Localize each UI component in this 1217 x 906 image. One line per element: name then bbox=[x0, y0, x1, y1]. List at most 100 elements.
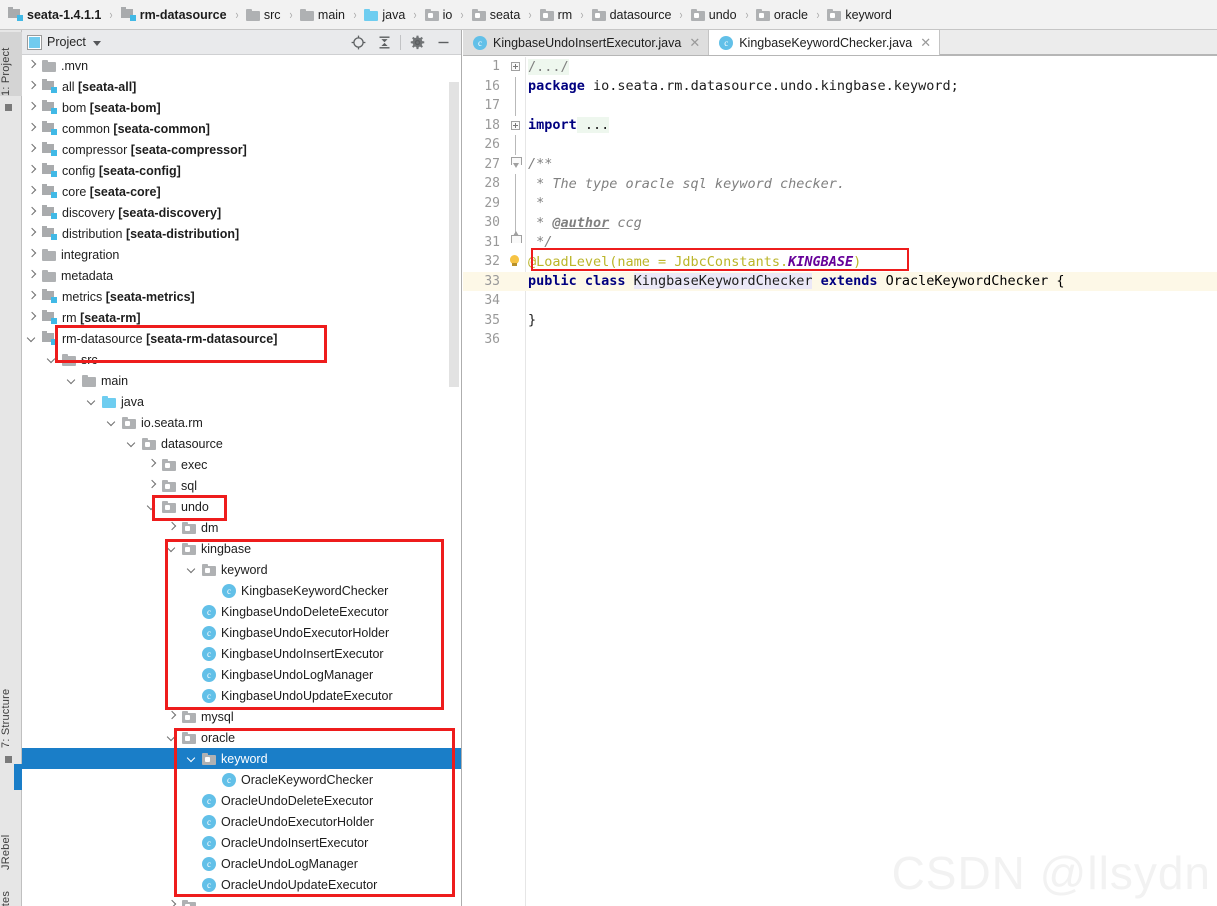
tree-row[interactable]: main bbox=[22, 370, 461, 391]
tree-row[interactable]: metadata bbox=[22, 265, 461, 286]
chevron-right-icon[interactable] bbox=[28, 292, 37, 301]
chevron-down-icon[interactable] bbox=[128, 439, 137, 448]
tool-tab-project[interactable]: 1: Project bbox=[0, 32, 22, 96]
chevron-down-icon[interactable] bbox=[88, 397, 97, 406]
breadcrumb-item-src[interactable]: src bbox=[244, 0, 283, 29]
tree-row[interactable]: c OracleUndoUpdateExecutor bbox=[22, 874, 461, 895]
chevron-right-icon[interactable] bbox=[148, 481, 157, 490]
tree-row[interactable]: bom [seata-bom] bbox=[22, 97, 461, 118]
gutter-cell[interactable] bbox=[509, 174, 525, 194]
breadcrumb-item-undo[interactable]: undo bbox=[689, 0, 739, 29]
chevron-right-icon[interactable] bbox=[28, 145, 37, 154]
editor-tab[interactable]: c KingbaseUndoInsertExecutor.java ✕ bbox=[463, 30, 710, 55]
gutter-cell[interactable] bbox=[509, 116, 525, 136]
chevron-right-icon[interactable] bbox=[168, 712, 177, 721]
tree-row[interactable]: sql bbox=[22, 475, 461, 496]
tree-row[interactable]: distribution [seata-distribution] bbox=[22, 223, 461, 244]
tree-row[interactable]: c OracleUndoInsertExecutor bbox=[22, 832, 461, 853]
tree-row[interactable]: .mvn bbox=[22, 55, 461, 76]
chevron-right-icon[interactable] bbox=[28, 103, 37, 112]
breadcrumb-item-keyword[interactable]: keyword bbox=[825, 0, 894, 29]
tree-row[interactable]: oracle bbox=[22, 727, 461, 748]
chevron-right-icon[interactable] bbox=[28, 187, 37, 196]
gutter-cell[interactable] bbox=[509, 230, 525, 253]
tree-row[interactable]: c KingbaseKeywordChecker bbox=[22, 580, 461, 601]
fold-expand-icon[interactable] bbox=[511, 120, 520, 130]
tree-row[interactable]: keyword bbox=[22, 559, 461, 580]
tree-row[interactable]: config [seata-config] bbox=[22, 160, 461, 181]
tree-row[interactable]: mysql bbox=[22, 706, 461, 727]
gutter-cell[interactable] bbox=[509, 155, 525, 175]
tree-row[interactable]: c OracleUndoExecutorHolder bbox=[22, 811, 461, 832]
tree-row[interactable] bbox=[22, 895, 461, 906]
breadcrumb-item-seata[interactable]: seata bbox=[470, 0, 523, 29]
tree-row[interactable]: c OracleUndoDeleteExecutor bbox=[22, 790, 461, 811]
gutter-cell[interactable] bbox=[509, 76, 525, 96]
chevron-down-icon[interactable] bbox=[48, 355, 57, 364]
tree-row[interactable]: metrics [seata-metrics] bbox=[22, 286, 461, 307]
fold-region-end-icon[interactable] bbox=[511, 230, 522, 245]
tree-row[interactable]: rm [seata-rm] bbox=[22, 307, 461, 328]
gutter-cell[interactable] bbox=[509, 330, 525, 350]
fold-expand-icon[interactable] bbox=[511, 62, 520, 71]
close-icon[interactable]: ✕ bbox=[920, 36, 931, 49]
chevron-down-icon[interactable] bbox=[148, 502, 157, 511]
project-tree-scrollbar[interactable] bbox=[449, 82, 459, 387]
tree-row-selected[interactable]: keyword bbox=[22, 748, 461, 769]
breadcrumb-item-seata-1-4-1-1[interactable]: seata-1.4.1.1 bbox=[6, 0, 103, 29]
code-editor[interactable]: 1 /.../ 16 package io.seata.rm.datasource.u… bbox=[463, 57, 1217, 906]
fold-collapse-icon[interactable] bbox=[511, 156, 522, 168]
breadcrumb-item-io[interactable]: io bbox=[423, 0, 455, 29]
tree-row[interactable]: java bbox=[22, 391, 461, 412]
chevron-down-icon[interactable] bbox=[28, 334, 37, 343]
tree-row[interactable]: core [seata-core] bbox=[22, 181, 461, 202]
project-title-group[interactable]: Project bbox=[22, 34, 101, 50]
tool-tab-structure[interactable]: 7: Structure bbox=[0, 668, 22, 748]
gutter-cell[interactable] bbox=[509, 135, 525, 155]
gutter-cell[interactable] bbox=[509, 57, 525, 77]
tool-tab-favorites[interactable]: Favorites bbox=[0, 882, 22, 906]
chevron-right-icon[interactable] bbox=[28, 166, 37, 175]
tree-row[interactable]: c OracleUndoLogManager bbox=[22, 853, 461, 874]
chevron-right-icon[interactable] bbox=[168, 901, 177, 906]
gutter-cell[interactable] bbox=[509, 96, 525, 116]
tree-row[interactable]: integration bbox=[22, 244, 461, 265]
tree-row[interactable]: c KingbaseUndoDeleteExecutor bbox=[22, 601, 461, 622]
collapse-all-icon[interactable] bbox=[371, 31, 397, 53]
tree-row[interactable]: rm-datasource [seata-rm-datasource] bbox=[22, 328, 461, 349]
intention-bulb-icon[interactable] bbox=[509, 255, 520, 267]
chevron-right-icon[interactable] bbox=[28, 124, 37, 133]
gutter-cell[interactable] bbox=[509, 291, 525, 311]
close-icon[interactable]: ✕ bbox=[689, 36, 700, 49]
gutter-cell[interactable] bbox=[509, 193, 525, 213]
chevron-right-icon[interactable] bbox=[28, 208, 37, 217]
gutter-cell[interactable] bbox=[509, 252, 525, 272]
breadcrumb-item-rm[interactable]: rm bbox=[538, 0, 575, 29]
minimize-icon[interactable] bbox=[430, 31, 456, 53]
tree-row[interactable]: compressor [seata-compressor] bbox=[22, 139, 461, 160]
gutter-cell[interactable] bbox=[509, 272, 525, 292]
tree-row[interactable]: c KingbaseUndoLogManager bbox=[22, 664, 461, 685]
tree-row[interactable]: c KingbaseUndoInsertExecutor bbox=[22, 643, 461, 664]
chevron-down-icon[interactable] bbox=[188, 565, 197, 574]
gear-icon[interactable] bbox=[404, 31, 430, 53]
chevron-right-icon[interactable] bbox=[28, 82, 37, 91]
chevron-right-icon[interactable] bbox=[28, 229, 37, 238]
chevron-right-icon[interactable] bbox=[148, 460, 157, 469]
tree-row[interactable]: dm bbox=[22, 517, 461, 538]
breadcrumb-item-oracle[interactable]: oracle bbox=[754, 0, 810, 29]
chevron-down-icon[interactable] bbox=[92, 40, 101, 46]
chevron-down-icon[interactable] bbox=[108, 418, 117, 427]
chevron-right-icon[interactable] bbox=[28, 250, 37, 259]
chevron-down-icon[interactable] bbox=[68, 376, 77, 385]
breadcrumb-item-java[interactable]: java bbox=[362, 0, 407, 29]
tree-row[interactable]: c KingbaseUndoExecutorHolder bbox=[22, 622, 461, 643]
chevron-down-icon[interactable] bbox=[168, 544, 177, 553]
chevron-right-icon[interactable] bbox=[28, 313, 37, 322]
tree-row[interactable]: src bbox=[22, 349, 461, 370]
chevron-right-icon[interactable] bbox=[28, 271, 37, 280]
tree-row[interactable]: discovery [seata-discovery] bbox=[22, 202, 461, 223]
breadcrumb-item-main[interactable]: main bbox=[298, 0, 347, 29]
project-tree[interactable]: .mvn all [seata-all] bom [seata-bom] common… bbox=[22, 55, 461, 906]
locate-icon[interactable] bbox=[345, 31, 371, 53]
